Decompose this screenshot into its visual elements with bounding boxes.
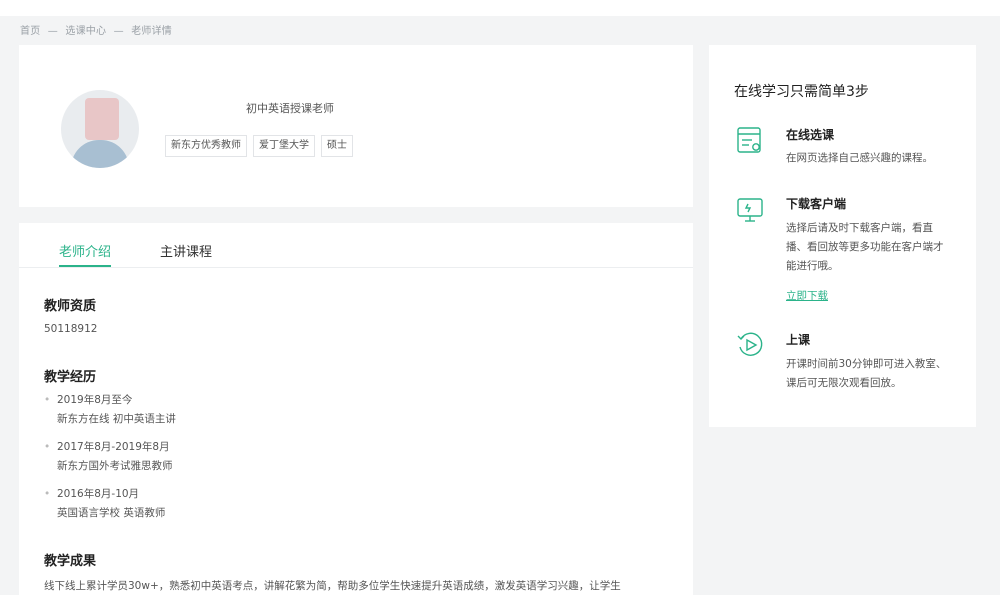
breadcrumb-separator: —	[113, 26, 124, 37]
teacher-tags: 新东方优秀教师 爱丁堡大学 硕士	[165, 135, 353, 157]
tag-honor: 新东方优秀教师	[165, 135, 247, 157]
achievement-text: 线下线上累计学员30w+，熟悉初中英语考点，讲解花繁为简，帮助多位学生快速提升英…	[44, 580, 621, 592]
experience-period: 2016年8月-10月	[57, 488, 140, 500]
tab-courses[interactable]: 主讲课程	[160, 241, 212, 260]
experience-desc: 新东方国外考试雅思教师	[57, 460, 173, 472]
experience-item: • 2016年8月-10月 英国语言学校 英语教师	[44, 485, 444, 523]
download-client-link[interactable]: 立即下载	[786, 288, 828, 303]
teacher-detail-card: 老师介绍 主讲课程 教师资质 50118912 教学经历 • 2019年8月至今…	[19, 223, 693, 595]
tab-bar: 老师介绍 主讲课程	[19, 223, 693, 268]
experience-desc: 英国语言学校 英语教师	[57, 507, 166, 519]
qualification-value: 50118912	[44, 323, 98, 335]
teacher-profile-card: 初中英语授课老师 新东方优秀教师 爱丁堡大学 硕士	[19, 45, 693, 207]
experience-item: • 2017年8月-2019年8月 新东方国外考试雅思教师	[44, 438, 444, 476]
play-icon	[737, 332, 763, 356]
breadcrumb-current: 老师详情	[131, 26, 172, 37]
step-name: 在线选课	[786, 128, 835, 142]
breadcrumb-course-center[interactable]: 选课中心	[65, 22, 106, 37]
breadcrumb-home[interactable]: 首页	[20, 22, 40, 37]
step-desc: 开课时间前30分钟即可进入教室、课后可无限次观看回放。	[786, 358, 947, 389]
experience-title: 教学经历	[44, 370, 97, 385]
learning-steps-card: 在线学习只需简单3步 在线选课 在网页选择自己感兴趣的课程。 下载客户端 选择后…	[709, 45, 976, 427]
experience-period: 2017年8月-2019年8月	[57, 441, 170, 453]
steps-title: 在线学习只需简单3步	[734, 84, 869, 100]
breadcrumb: 首页 — 选课中心 — 老师详情	[20, 22, 172, 37]
breadcrumb-separator: —	[47, 26, 58, 37]
step-name: 上课	[786, 333, 811, 347]
avatar	[61, 90, 139, 168]
achievement-title: 教学成果	[44, 554, 97, 569]
experience-desc: 新东方在线 初中英语主讲	[57, 413, 176, 425]
teacher-title: 初中英语授课老师	[246, 102, 334, 115]
experience-period: 2019年8月至今	[57, 394, 133, 406]
experience-item: • 2019年8月至今 新东方在线 初中英语主讲	[44, 391, 444, 429]
monitor-icon	[737, 198, 763, 222]
top-bar	[0, 0, 1000, 16]
tab-teacher-intro[interactable]: 老师介绍	[59, 241, 111, 260]
step-desc: 在网页选择自己感兴趣的课程。	[786, 152, 933, 164]
course-list-icon	[737, 127, 761, 153]
step-name: 下载客户端	[786, 197, 847, 211]
qualification-title: 教师资质	[44, 299, 97, 314]
tag-degree: 硕士	[321, 135, 353, 157]
active-tab-indicator	[59, 265, 111, 267]
step-desc: 选择后请及时下载客户端，看直播、看回放等更多功能在客户端才能进行哦。	[786, 222, 944, 272]
tag-university: 爱丁堡大学	[253, 135, 315, 157]
